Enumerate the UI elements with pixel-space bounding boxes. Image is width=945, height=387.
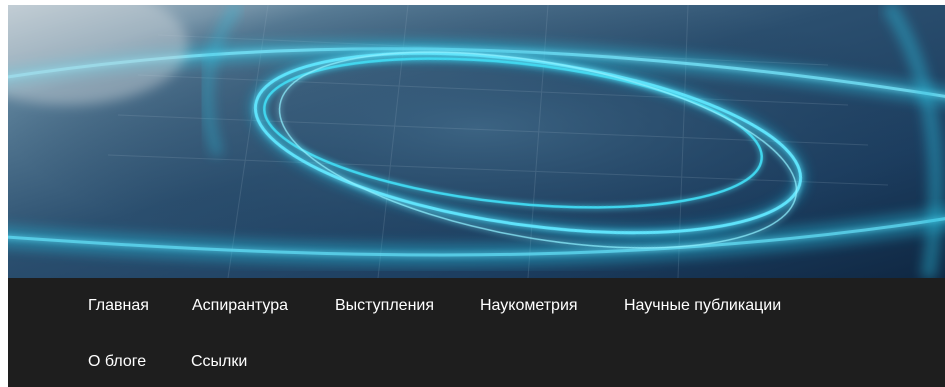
nav-item-talks[interactable]: Выступления (335, 296, 434, 316)
nav-item-about-blog[interactable]: О блоге (88, 352, 146, 372)
header-banner-image (8, 5, 945, 278)
main-navigation: Главная Аспирантура Выступления Наукомет… (8, 278, 945, 387)
nav-row-secondary: О блоге Ссылки (8, 342, 945, 382)
nav-item-home[interactable]: Главная (88, 296, 149, 316)
nav-row-primary: Главная Аспирантура Выступления Наукомет… (8, 286, 945, 326)
page: Главная Аспирантура Выступления Наукомет… (0, 0, 945, 387)
nav-item-postgraduate[interactable]: Аспирантура (192, 296, 288, 316)
nav-item-links[interactable]: Ссылки (191, 352, 247, 372)
nav-item-scientometrics[interactable]: Наукометрия (480, 296, 578, 316)
abstract-rings-illustration (8, 5, 945, 278)
nav-item-publications[interactable]: Научные публикации (624, 296, 781, 316)
